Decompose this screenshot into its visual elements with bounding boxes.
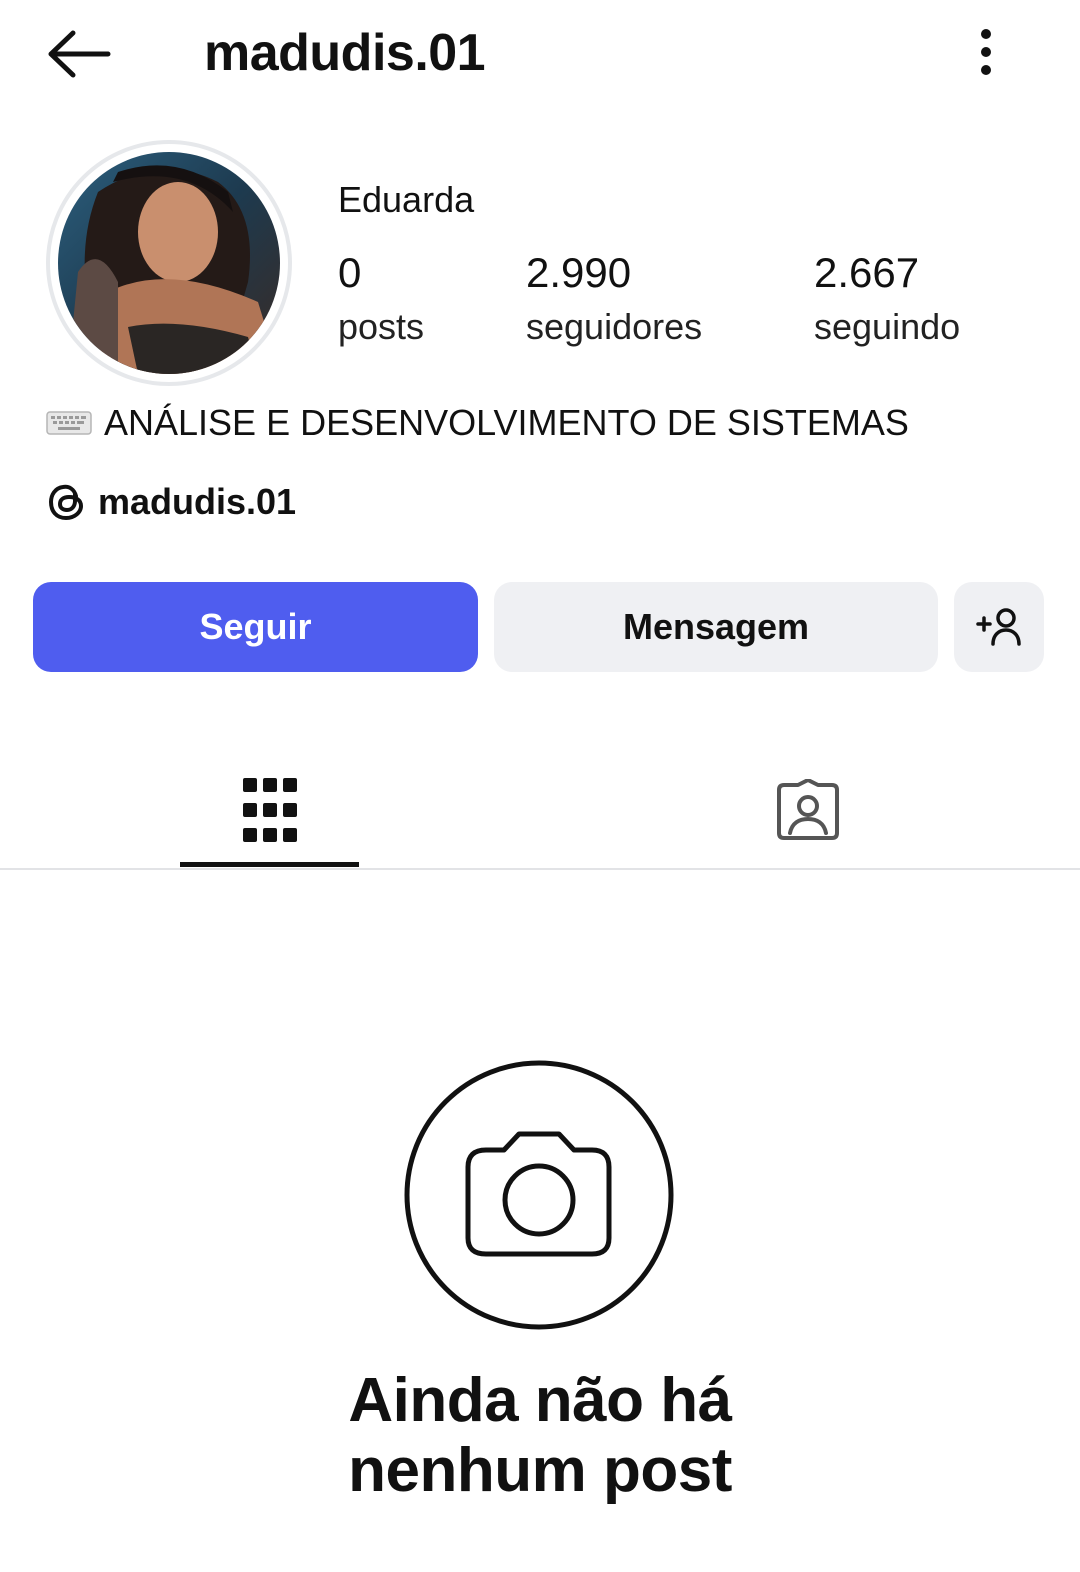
threads-link[interactable]: madudis.01	[46, 478, 296, 526]
keyboard-icon	[46, 411, 92, 435]
display-name: Eduarda	[338, 179, 475, 220]
empty-state-line2: nenhum post	[348, 1436, 732, 1505]
tab-posts-grid[interactable]	[180, 752, 359, 868]
profile-photo	[58, 152, 280, 374]
tab-tagged[interactable]	[718, 752, 898, 868]
stat-label: seguidores	[526, 306, 703, 347]
empty-state-title: Ainda não há nenhum post	[240, 1366, 840, 1506]
stat-posts[interactable]: 0 posts	[338, 248, 424, 350]
page-title: madudis.01	[204, 24, 486, 82]
tagged-person-icon	[777, 779, 839, 840]
arrow-left-icon	[48, 30, 111, 78]
bio-text: ANÁLISE E DESENVOLVIMENTO DE SISTEMAS	[104, 402, 909, 443]
stat-followers[interactable]: 2.990 seguidores	[526, 248, 702, 350]
camera-icon	[404, 1060, 674, 1330]
back-button[interactable]	[40, 22, 116, 86]
suggested-accounts-button[interactable]	[954, 582, 1044, 672]
add-person-icon	[976, 608, 1021, 646]
more-options-button[interactable]	[962, 22, 1010, 82]
message-button[interactable]: Mensagem	[494, 582, 938, 672]
stat-value: 0	[338, 249, 362, 296]
avatar[interactable]	[46, 140, 292, 386]
stat-value: 2.667	[814, 249, 920, 296]
threads-icon	[48, 484, 84, 521]
stat-label: posts	[338, 306, 425, 347]
grid-icon	[242, 778, 297, 842]
profile-page: madudis.01 Eduarda 0 posts 2.990 seguido…	[0, 0, 1080, 1572]
tab-divider	[0, 868, 1080, 870]
stat-following[interactable]: 2.667 seguindo	[814, 248, 960, 350]
more-vertical-icon	[981, 29, 991, 75]
stat-value: 2.990	[526, 249, 632, 296]
top-bar: madudis.01	[0, 0, 1080, 110]
active-tab-indicator	[180, 862, 359, 867]
bio: ANÁLISE E DESENVOLVIMENTO DE SISTEMAS	[46, 400, 909, 446]
stat-label: seguindo	[814, 306, 961, 347]
empty-state-line1: Ainda não há	[348, 1366, 732, 1435]
threads-handle: madudis.01	[98, 481, 297, 522]
follow-button[interactable]: Seguir	[33, 582, 478, 672]
